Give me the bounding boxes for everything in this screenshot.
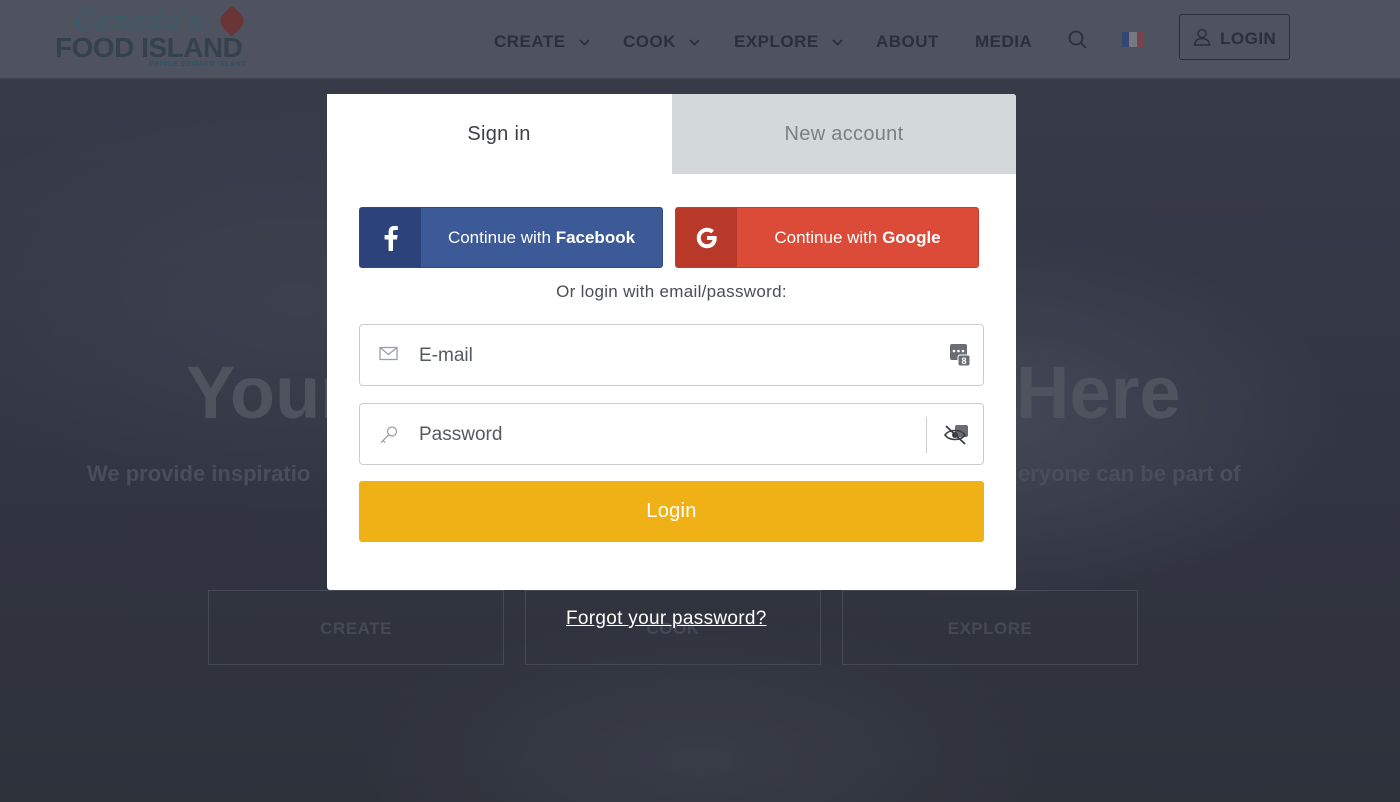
- envelope-icon: [379, 346, 398, 361]
- facebook-prefix: Continue with: [447, 228, 556, 247]
- google-icon: [696, 227, 717, 249]
- svg-text:8: 8: [961, 356, 966, 366]
- email-input[interactable]: [417, 325, 921, 387]
- google-icon-box: [676, 208, 737, 267]
- tab-new-account[interactable]: New account: [672, 94, 1016, 174]
- google-brand: Google: [882, 228, 941, 247]
- key-icon: [380, 426, 398, 444]
- tab-sign-in[interactable]: Sign in: [327, 94, 671, 174]
- google-prefix: Continue with: [774, 228, 883, 247]
- google-login-button[interactable]: Continue with Google: [675, 207, 979, 268]
- password-manager-icon[interactable]: 8: [949, 343, 971, 367]
- forgot-password-link[interactable]: Forgot your password?: [566, 608, 767, 630]
- facebook-brand: Facebook: [555, 228, 636, 247]
- password-divider: [926, 417, 927, 453]
- login-modal: Sign in New account Continue with Facebo…: [327, 94, 1016, 590]
- facebook-icon: [384, 225, 398, 251]
- facebook-login-button[interactable]: Continue with Facebook: [359, 207, 663, 268]
- or-login-text: Or login with email/password:: [556, 282, 787, 301]
- login-submit-button[interactable]: Login: [359, 481, 984, 542]
- facebook-icon-box: [360, 208, 421, 267]
- google-login-label: Continue with Google: [737, 208, 978, 267]
- facebook-login-label: Continue with Facebook: [421, 208, 662, 267]
- password-field: [359, 403, 984, 466]
- email-field: 8: [359, 324, 984, 387]
- password-input[interactable]: [417, 404, 921, 466]
- eye-slash-icon[interactable]: [943, 423, 971, 447]
